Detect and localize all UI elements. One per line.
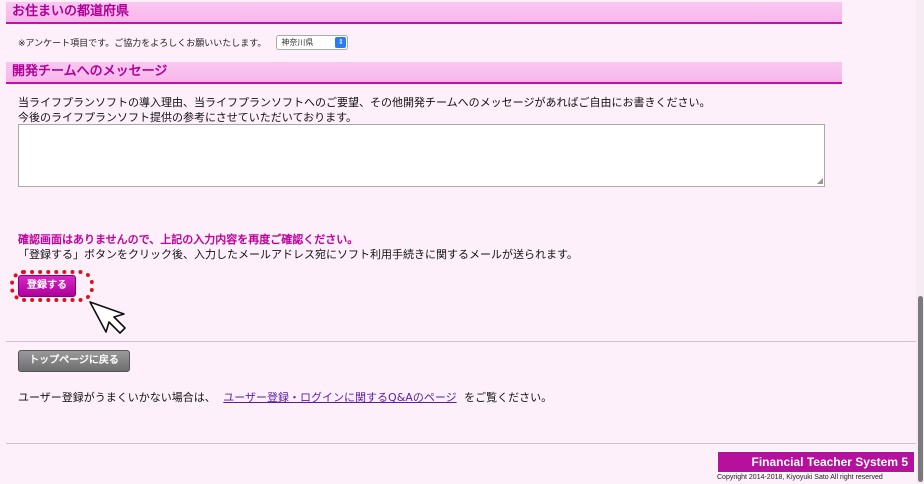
- prefecture-row: ※アンケート項目です。ご協力をよろしくお願いいたします。 神奈川県 ⇕: [18, 35, 349, 50]
- mouse-pointer-icon: [89, 301, 126, 334]
- registration-page: お住まいの都道府県 ※アンケート項目です。ご協力をよろしくお願いいたします。 神…: [0, 0, 924, 484]
- copyright-text: Copyright 2014-2018, Kiyoyuki Sato All r…: [717, 474, 883, 481]
- email-notice: 「登録する」ボタンをクリック後、入力したメールアドレス宛にソフト利用手続きに関す…: [18, 248, 578, 261]
- message-intro-line-1: 当ライフプランソフトの導入理由、当ライフプランソフトへのご要望、その他開発チーム…: [18, 96, 711, 109]
- back-to-top-button[interactable]: トップページに戻る: [18, 350, 130, 372]
- divider-bottom: [6, 443, 916, 444]
- prefecture-select[interactable]: 神奈川県 ⇕: [276, 35, 349, 50]
- select-arrows-icon: ⇕: [335, 37, 347, 48]
- confirm-notice: 確認画面はありませんので、上記の入力内容を再度ご確認ください。: [18, 233, 359, 246]
- message-intro-line-2: 今後のライフプランソフト提供の参考にさせていただいております。: [18, 111, 358, 124]
- help-suffix: をご覧ください。: [464, 391, 553, 404]
- register-button[interactable]: 登録する: [18, 275, 76, 297]
- help-row: ユーザー登録がうまくいかない場合は、 ユーザー登録・ログインに関するQ&Aのペー…: [18, 389, 552, 405]
- brand-logo: Financial Teacher System 5: [717, 451, 915, 473]
- prefecture-section-header: お住まいの都道府県: [6, 2, 842, 24]
- prefecture-select-value: 神奈川県: [281, 38, 314, 47]
- divider-top: [6, 341, 916, 342]
- scrollbar-thumb[interactable]: [918, 296, 923, 482]
- qa-page-link[interactable]: ユーザー登録・ログインに関するQ&Aのページ: [223, 391, 456, 404]
- message-textarea[interactable]: ◢: [18, 124, 825, 187]
- resize-grip-icon[interactable]: ◢: [817, 177, 823, 185]
- help-prefix: ユーザー登録がうまくいかない場合は、: [18, 391, 216, 404]
- message-intro: 当ライフプランソフトの導入理由、当ライフプランソフトへのご要望、その他開発チーム…: [18, 95, 710, 125]
- survey-note: ※アンケート項目です。ご協力をよろしくお願いいたします。: [18, 39, 267, 49]
- message-section-header: 開発チームへのメッセージ: [6, 62, 842, 84]
